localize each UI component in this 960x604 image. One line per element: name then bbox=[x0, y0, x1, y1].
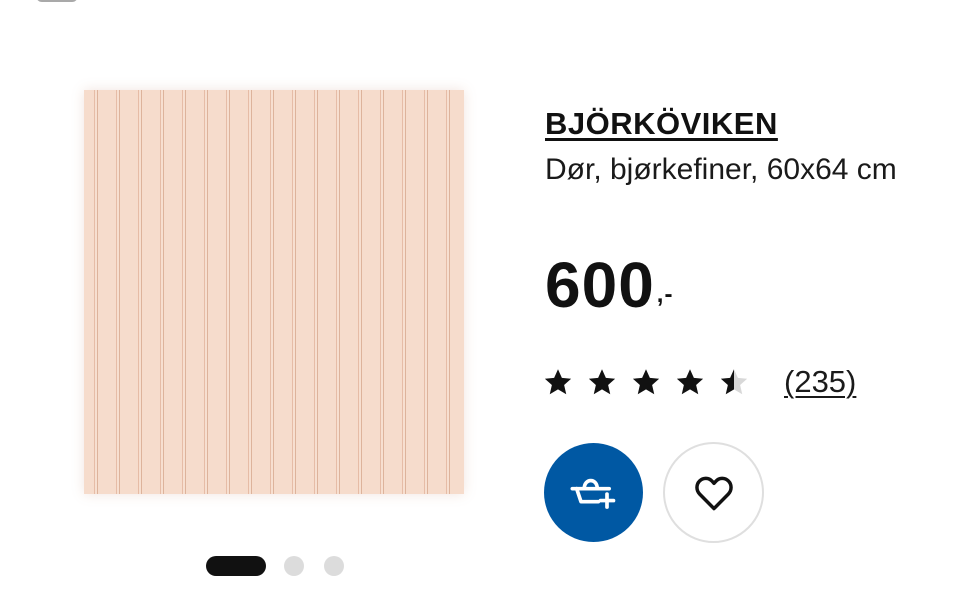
cart-add-icon bbox=[569, 478, 615, 509]
star-full-icon bbox=[544, 369, 572, 395]
product-info: BJÖRKÖVIKEN Dør, bjørkefiner, 60x64 cm bbox=[545, 106, 925, 192]
carousel-dot[interactable] bbox=[284, 556, 304, 576]
star-full-icon bbox=[632, 369, 660, 395]
top-control-edge bbox=[36, 0, 78, 2]
price-suffix: ,- bbox=[656, 281, 674, 308]
product-price: 600,- bbox=[545, 252, 673, 318]
star-full-icon bbox=[676, 369, 704, 395]
carousel-dot-active[interactable] bbox=[206, 556, 266, 576]
product-description: Dør, bjørkefiner, 60x64 cm bbox=[545, 153, 897, 186]
add-to-cart-button[interactable] bbox=[544, 443, 643, 542]
favourite-button[interactable] bbox=[663, 442, 764, 543]
product-name-link[interactable]: BJÖRKÖVIKEN bbox=[545, 106, 925, 142]
rating[interactable]: (235) bbox=[543, 364, 856, 400]
price-amount: 600 bbox=[545, 249, 655, 321]
star-half-icon bbox=[720, 369, 748, 395]
product-image[interactable] bbox=[84, 90, 464, 494]
heart-icon bbox=[694, 476, 733, 510]
carousel-dot[interactable] bbox=[324, 556, 344, 576]
star-full-icon bbox=[588, 369, 616, 395]
review-count-link[interactable]: (235) bbox=[784, 364, 856, 400]
